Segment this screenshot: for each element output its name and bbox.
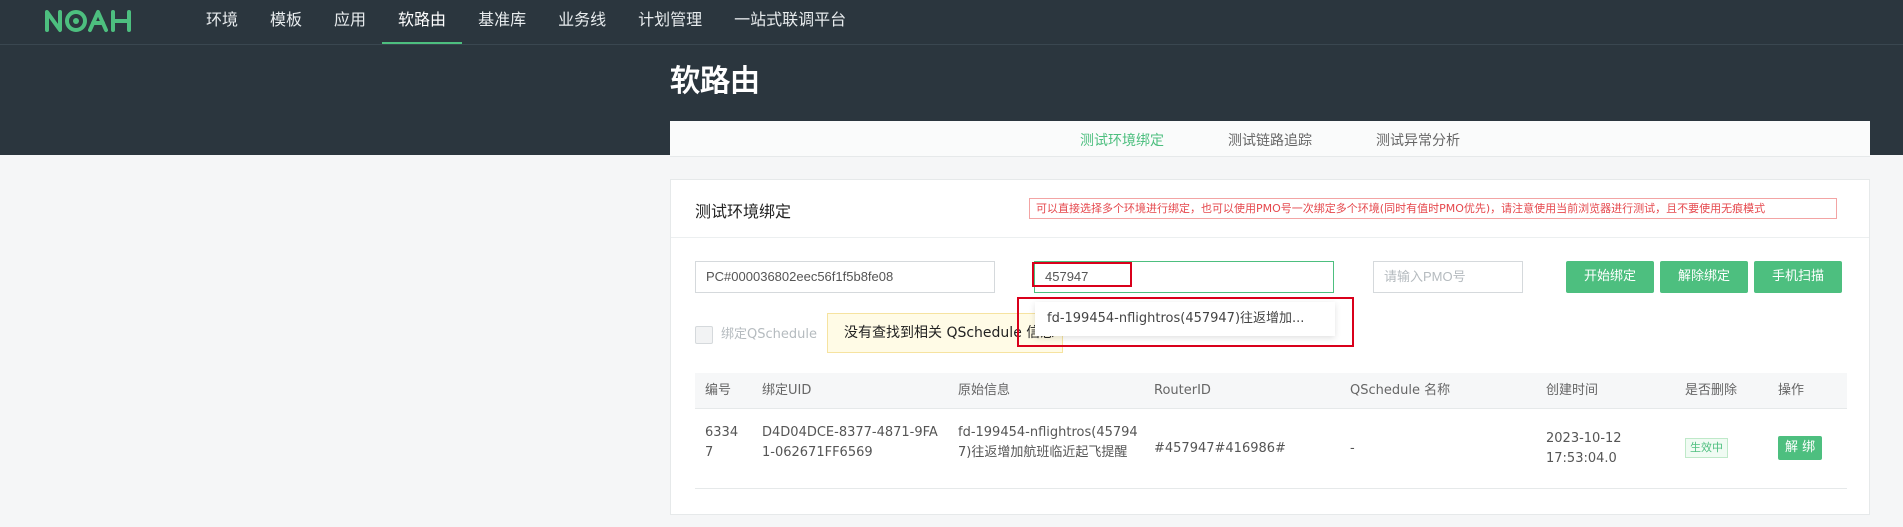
uid-input[interactable]: PC#000036802eec56f1f5b8fe08 (695, 261, 995, 293)
nav-item-plan-management[interactable]: 计划管理 (622, 0, 718, 44)
mobile-scan-button[interactable]: 手机扫描 (1754, 261, 1842, 293)
tab-env-binding[interactable]: 测试环境绑定 (1080, 121, 1164, 156)
page-title: 软路由 (670, 64, 760, 99)
row-unbind-button[interactable]: 解 绑 (1778, 436, 1823, 460)
top-navbar: 环境 模板 应用 软路由 基准库 业务线 计划管理 一站式联调平台 (0, 0, 1903, 44)
nav-item-soft-router[interactable]: 软路由 (382, 0, 463, 44)
tab-trace[interactable]: 测试链路追踪 (1228, 121, 1312, 156)
cell-qschedule: - (1350, 441, 1355, 456)
schedule-checkbox-label: 绑定QSchedule (721, 327, 817, 342)
card-header: 测试环境绑定 可以直接选择多个环境进行绑定，也可以使用PMO号一次绑定多个环境(… (671, 180, 1869, 238)
start-bind-button[interactable]: 开始绑定 (1566, 261, 1654, 293)
col-created: 创建时间 (1546, 383, 1599, 398)
nav-item-env[interactable]: 环境 (190, 0, 254, 44)
schedule-checkbox[interactable] (695, 326, 713, 344)
cell-id: 63347 (705, 425, 739, 460)
col-origin: 原始信息 (958, 383, 1011, 398)
col-qschedule: QSchedule 名称 (1350, 383, 1451, 398)
nav-item-template[interactable]: 模板 (254, 0, 318, 44)
binding-table: 编号 绑定UID 原始信息 RouterID QSchedule 名称 创建时间… (695, 373, 1847, 489)
table-header: 编号 绑定UID 原始信息 RouterID QSchedule 名称 创建时间… (695, 373, 1847, 409)
tab-anomaly[interactable]: 测试异常分析 (1376, 121, 1460, 156)
col-id: 编号 (705, 383, 732, 398)
unbind-all-button[interactable]: 解除绑定 (1660, 261, 1748, 293)
card-title: 测试环境绑定 (695, 202, 792, 221)
noah-logo-icon (45, 10, 131, 32)
cell-uid: D4D04DCE-8377-4871-9FA1-062671FF6569 (762, 425, 938, 460)
col-action: 操作 (1778, 383, 1805, 398)
col-deleted: 是否删除 (1685, 383, 1738, 398)
nav-item-baseline[interactable]: 基准库 (462, 0, 542, 44)
nav-item-business-line[interactable]: 业务线 (542, 0, 622, 44)
binding-card: 测试环境绑定 可以直接选择多个环境进行绑定，也可以使用PMO号一次绑定多个环境(… (670, 179, 1870, 515)
col-router-id: RouterID (1154, 383, 1211, 398)
col-uid: 绑定UID (762, 383, 812, 398)
sub-nav: 测试环境绑定 测试链路追踪 测试异常分析 (670, 121, 1870, 157)
cell-origin: fd-199454-nflightros(457947)往返增加航班临近起飞提醒 (958, 425, 1138, 460)
nav-item-app[interactable]: 应用 (318, 0, 382, 44)
annotation-box-suggestion (1017, 297, 1354, 347)
main-nav: 环境 模板 应用 软路由 基准库 业务线 计划管理 一站式联调平台 (190, 0, 862, 44)
nav-item-integration-platform[interactable]: 一站式联调平台 (718, 0, 862, 44)
cell-router-id: #457947#416986# (1154, 441, 1286, 456)
annotation-box-input (1032, 262, 1132, 287)
status-badge: 生效中 (1685, 438, 1728, 458)
noah-logo[interactable] (44, 6, 136, 36)
cell-created: 2023-10-12 17:53:04.0 (1546, 431, 1622, 466)
pmo-input[interactable]: 请输入PMO号 (1373, 261, 1523, 293)
notice-banner: 可以直接选择多个环境进行绑定，也可以使用PMO号一次绑定多个环境(同时有值时PM… (1029, 198, 1837, 219)
table-row: 63347 D4D04DCE-8377-4871-9FA1-062671FF65… (695, 409, 1847, 489)
